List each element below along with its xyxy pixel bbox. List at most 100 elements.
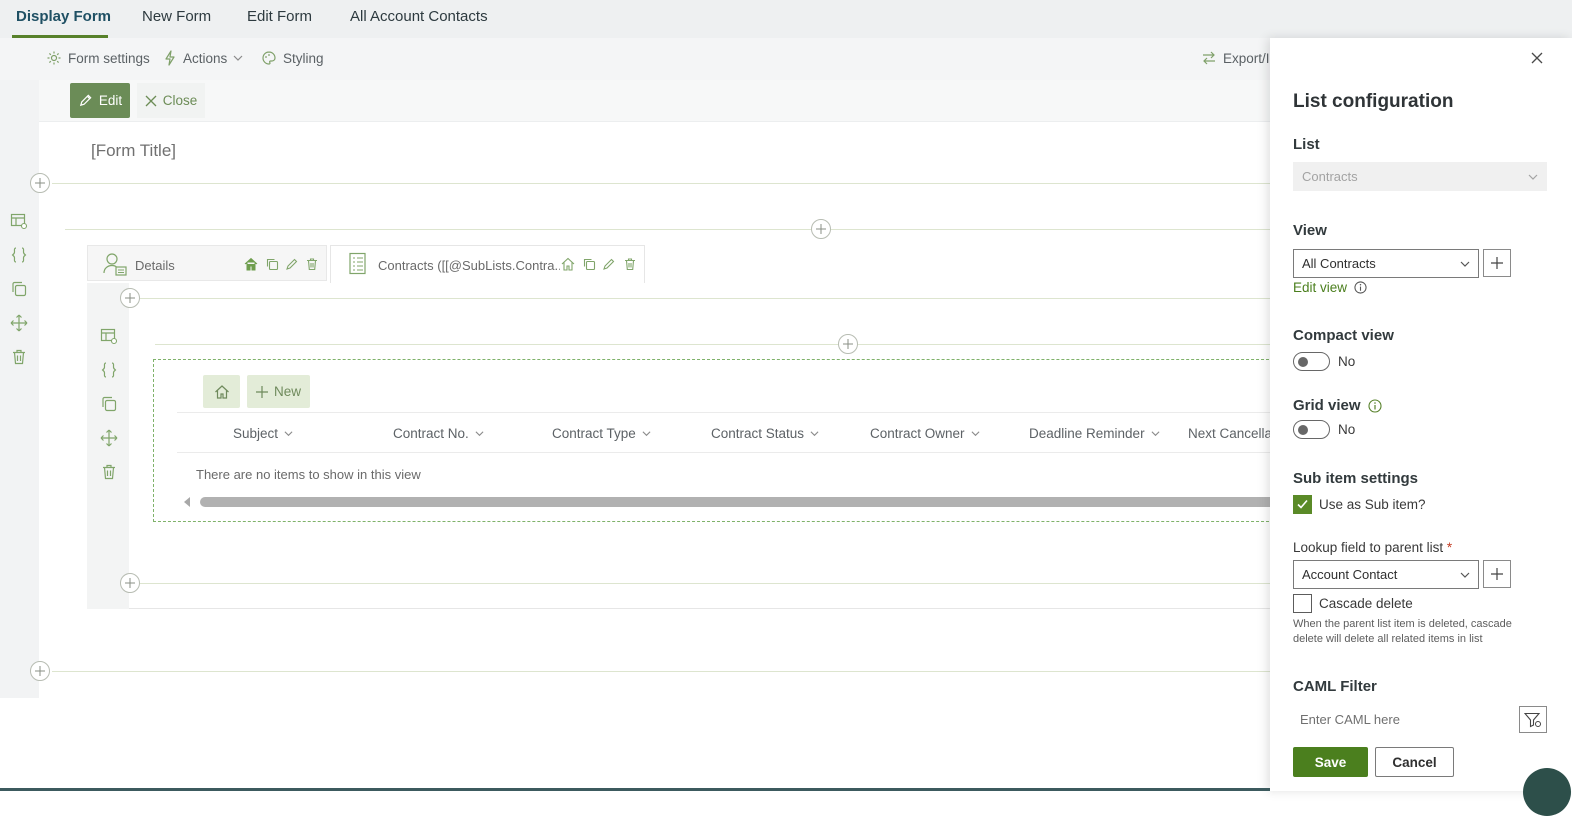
tab-display-form[interactable]: Display Form	[16, 8, 111, 25]
pencil-icon[interactable]	[602, 257, 616, 271]
copy-icon[interactable]	[10, 280, 28, 298]
view-dropdown[interactable]: All Contracts	[1293, 249, 1479, 278]
tab-all-account-contacts[interactable]: All Account Contacts	[350, 8, 488, 25]
pencil-icon	[79, 94, 92, 107]
swap-arrows-icon	[1203, 51, 1215, 65]
column-header-contract-type[interactable]: Contract Type	[552, 426, 651, 441]
home-icon[interactable]	[561, 257, 575, 271]
export-label: Export/I	[1223, 50, 1270, 66]
form-title[interactable]: [Form Title]	[91, 141, 176, 161]
trash-icon[interactable]	[10, 348, 28, 366]
actions-button[interactable]: Actions	[163, 50, 243, 66]
list-new-button[interactable]: New	[247, 375, 310, 408]
empty-list-message: There are no items to show in this view	[196, 467, 421, 482]
plus-icon	[255, 385, 268, 398]
caml-filter-input[interactable]: Enter CAML here	[1293, 706, 1515, 733]
add-row-button[interactable]	[811, 219, 831, 239]
plus-icon	[816, 224, 826, 234]
chevron-down-icon	[233, 55, 243, 61]
column-label: Next Cancella	[1188, 426, 1270, 441]
caml-filter-builder-button[interactable]	[1519, 706, 1547, 733]
trash-icon[interactable]	[305, 257, 319, 271]
chevron-down-icon	[810, 431, 819, 437]
tab-new-form[interactable]: New Form	[142, 8, 211, 25]
use-as-sub-item-checkbox[interactable]	[1293, 495, 1312, 514]
tab-contracts[interactable]: Contracts ([[@SubLists.Contra...	[330, 245, 645, 283]
info-icon[interactable]	[1354, 281, 1367, 294]
column-label: Subject	[233, 426, 279, 441]
lookup-field-dropdown[interactable]: Account Contact	[1293, 560, 1479, 589]
save-button[interactable]: Save	[1293, 747, 1368, 777]
cascade-delete-label: Cascade delete	[1319, 596, 1413, 611]
chevron-down-icon	[971, 431, 980, 437]
list-label: List	[1293, 136, 1320, 153]
styling-button[interactable]: Styling	[261, 50, 324, 66]
tab-contracts-label: Contracts ([[@SubLists.Contra...	[378, 258, 560, 273]
panel-title: List configuration	[1293, 91, 1454, 112]
edit-button[interactable]: Edit	[70, 83, 130, 118]
filter-settings-icon	[1524, 712, 1541, 727]
tab-details[interactable]: Details	[87, 245, 327, 281]
caml-filter-label: CAML Filter	[1293, 678, 1377, 695]
copy-icon[interactable]	[265, 257, 279, 271]
scroll-left-arrow-icon[interactable]	[182, 496, 192, 508]
table-settings-icon[interactable]	[100, 327, 118, 345]
code-braces-icon[interactable]	[100, 361, 118, 379]
add-lookup-field-button[interactable]	[1483, 560, 1511, 588]
home-icon	[214, 384, 229, 399]
chevron-down-icon	[1460, 572, 1470, 578]
column-header-subject[interactable]: Subject	[233, 426, 293, 441]
horizontal-scrollbar[interactable]	[200, 497, 1279, 507]
add-section-button[interactable]	[30, 173, 50, 193]
edit-view-link[interactable]: Edit view	[1293, 280, 1347, 295]
copy-icon[interactable]	[582, 257, 596, 271]
copy-icon[interactable]	[100, 395, 118, 413]
column-label: Deadline Reminder	[1029, 426, 1145, 441]
add-section-button[interactable]	[120, 573, 140, 593]
column-header-next-cancellation[interactable]: Next Cancella	[1188, 426, 1270, 441]
form-settings-button[interactable]: Form settings	[46, 50, 150, 66]
grid-view-toggle[interactable]	[1293, 420, 1330, 439]
close-icon	[145, 95, 157, 106]
add-row-button[interactable]	[838, 334, 858, 354]
lookup-field-label: Lookup field to parent list *	[1293, 540, 1452, 555]
trash-icon[interactable]	[100, 463, 118, 481]
close-button[interactable]: Close	[137, 83, 205, 118]
compact-view-toggle[interactable]	[1293, 352, 1330, 371]
plus-icon	[125, 578, 135, 588]
tab-edit-form[interactable]: Edit Form	[247, 8, 312, 25]
export-import-button[interactable]: Export/I	[1201, 50, 1270, 66]
grid-view-value: No	[1338, 422, 1356, 437]
cancel-button[interactable]: Cancel	[1375, 747, 1454, 777]
move-icon[interactable]	[10, 314, 28, 332]
add-view-button[interactable]	[1483, 249, 1511, 277]
column-header-contract-no[interactable]: Contract No.	[393, 426, 484, 441]
home-icon[interactable]	[244, 257, 258, 271]
cascade-delete-checkbox[interactable]	[1293, 594, 1312, 613]
styling-label: Styling	[283, 50, 324, 66]
column-header-contract-status[interactable]: Contract Status	[711, 426, 819, 441]
list-home-button[interactable]	[203, 375, 240, 408]
add-section-button[interactable]	[30, 661, 50, 681]
move-icon[interactable]	[100, 429, 118, 447]
close-icon[interactable]	[1531, 52, 1543, 64]
add-section-button[interactable]	[120, 288, 140, 308]
column-header-contract-owner[interactable]: Contract Owner	[870, 426, 980, 441]
chevron-down-icon	[1528, 174, 1538, 180]
column-label: Contract No.	[393, 426, 469, 441]
section-divider	[65, 229, 1279, 230]
info-icon[interactable]	[1367, 398, 1382, 413]
compact-view-value: No	[1338, 354, 1356, 369]
list-header-bottom-divider	[177, 452, 1279, 453]
pencil-icon[interactable]	[285, 257, 299, 271]
trash-icon[interactable]	[623, 257, 637, 271]
edit-label: Edit	[98, 93, 123, 108]
tab-details-label: Details	[135, 258, 175, 273]
grid-view-label-row: Grid view	[1293, 397, 1382, 414]
edit-view-link-row: Edit view	[1293, 280, 1367, 295]
column-header-deadline-reminder[interactable]: Deadline Reminder	[1029, 426, 1160, 441]
chat-support-button[interactable]	[1523, 768, 1571, 816]
table-settings-icon[interactable]	[10, 212, 28, 230]
code-braces-icon[interactable]	[10, 246, 28, 264]
chevron-down-icon	[1460, 261, 1470, 267]
